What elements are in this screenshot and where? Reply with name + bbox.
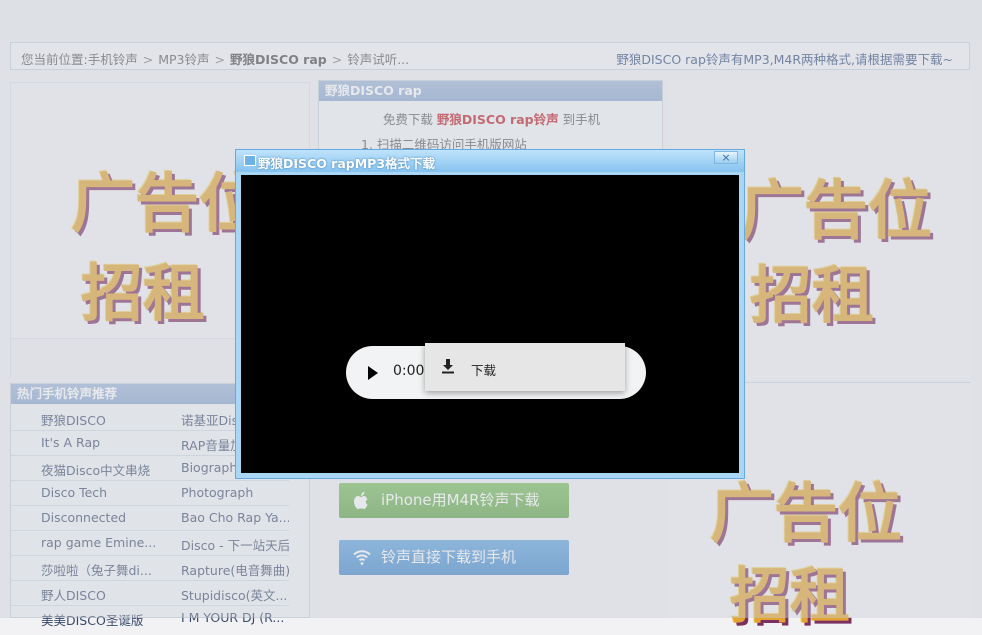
player-context-menu: 下载	[425, 343, 625, 391]
download-icon	[441, 358, 455, 374]
media-player[interactable]: 0:00 /	[241, 175, 739, 473]
window-icon	[244, 155, 256, 166]
dialog-title: 野狼DISCO rapMP3格式下载	[258, 156, 436, 171]
close-button[interactable]: ×	[714, 151, 738, 164]
dialog-title-bar[interactable]: 野狼DISCO rapMP3格式下载 ×	[236, 150, 744, 172]
page: 您当前位置:手机铃声 > MP3铃声 > 野狼DISCO rap > 铃声试听... 野狼D…	[0, 0, 982, 632]
menu-item-download[interactable]: 下载	[471, 360, 496, 379]
play-icon[interactable]	[368, 366, 378, 380]
mp3-download-dialog: 野狼DISCO rapMP3格式下载 × 0:00 /	[235, 149, 745, 479]
